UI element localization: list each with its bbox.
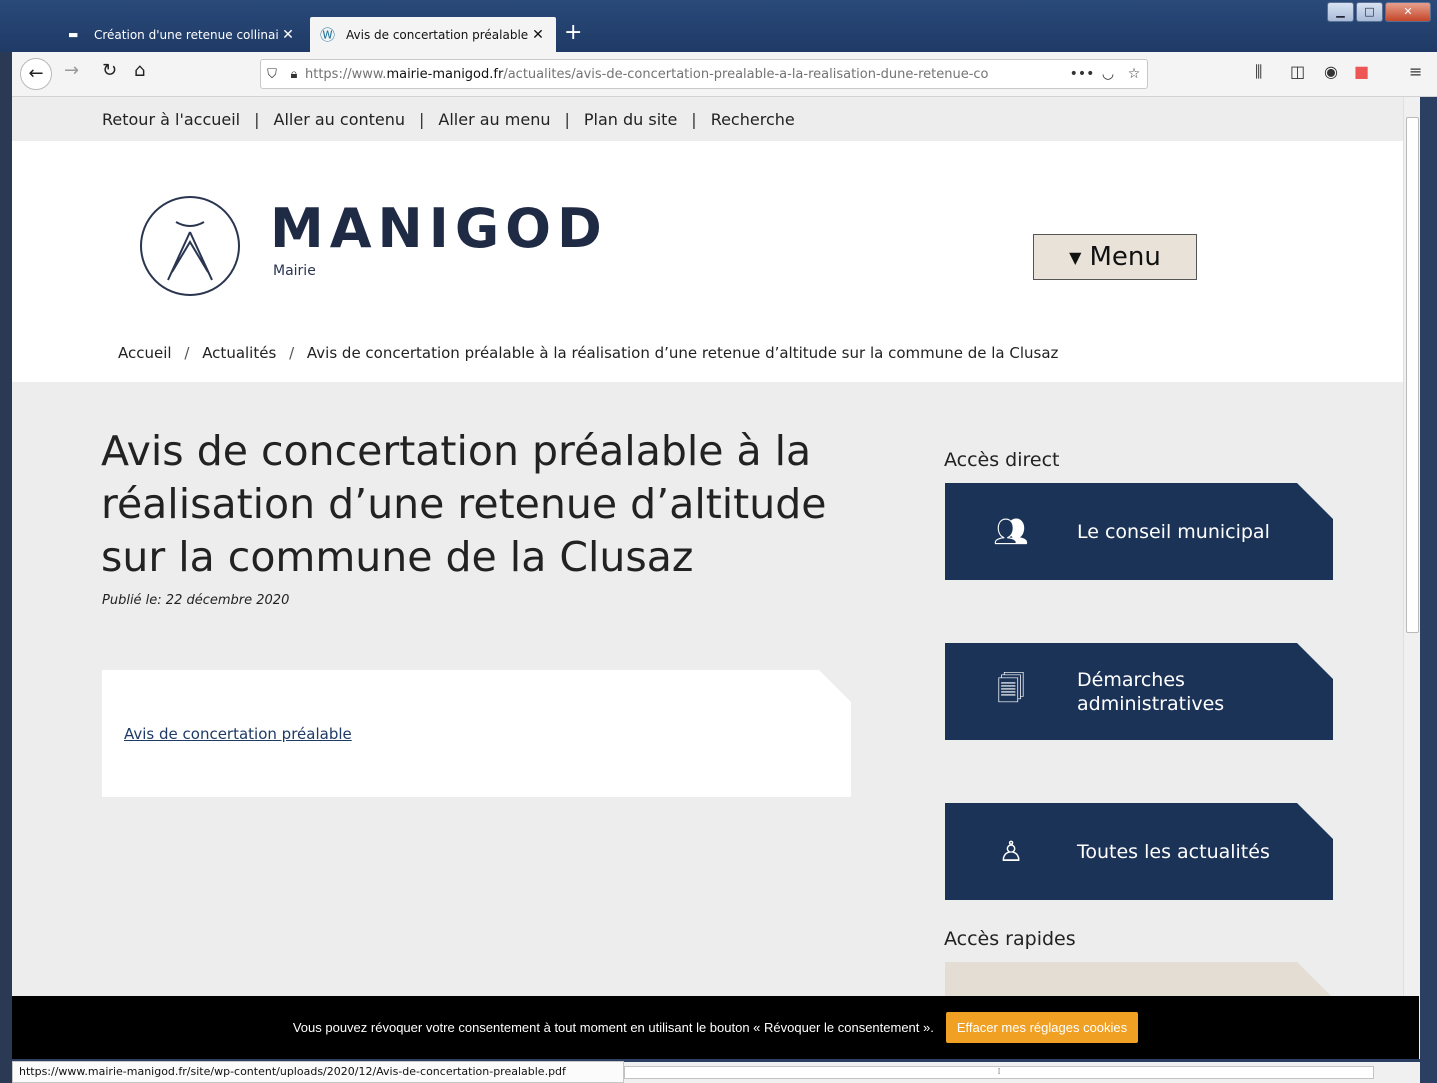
tab-label: Création d'une retenue collinai — [94, 27, 279, 42]
shield-icon[interactable]: ⛉ — [261, 67, 283, 82]
reload-icon[interactable]: ↻ — [102, 60, 117, 81]
page-title: Avis de concertation préalable à la réal… — [101, 427, 827, 581]
tile-label: Toutes les actualités — [1077, 840, 1270, 863]
extension-icon[interactable]: ■ — [1354, 62, 1369, 81]
url-domain: mairie-manigod.fr — [386, 66, 504, 82]
skip-links-bar: Retour à l'accueil | Aller au contenu | … — [12, 97, 1420, 141]
flag-favicon-icon: ▬ — [68, 28, 79, 41]
menu-label: Menu — [1089, 242, 1161, 272]
tab-avis-concertation[interactable]: Ⓦ Avis de concertation préalable ✕ — [310, 17, 556, 52]
content-card: Avis de concertation préalable — [102, 670, 851, 797]
tile-label: Démarches administratives — [1077, 668, 1225, 715]
chevron-down-icon: ▼ — [1069, 247, 1082, 267]
reader-icon: ♙ — [998, 835, 1024, 868]
close-window-icon[interactable]: ✕ — [1385, 2, 1431, 22]
window-controls: ▁ □ ✕ — [1327, 2, 1431, 22]
skiplink-content[interactable]: Aller au contenu — [274, 110, 406, 129]
lock-icon[interactable]: 🔒︎ — [283, 67, 305, 82]
hamburger-menu-icon[interactable]: ≡ — [1409, 62, 1422, 81]
skiplink-search[interactable]: Recherche — [711, 110, 795, 129]
tile-actualites[interactable]: ♙ Toutes les actualités — [945, 803, 1333, 900]
logo-emblem-icon[interactable] — [140, 196, 240, 296]
maximize-icon[interactable]: □ — [1356, 2, 1383, 22]
wordpress-favicon-icon: Ⓦ — [320, 26, 336, 44]
tab-close-icon[interactable]: ✕ — [530, 27, 546, 43]
cookie-banner: Vous pouvez révoquer votre consentement … — [12, 996, 1419, 1059]
address-bar[interactable]: ⛉ 🔒︎ https://www.mairie-manigod.fr/actua… — [260, 59, 1148, 89]
page-actions-icon[interactable]: ••• — [1069, 66, 1095, 82]
page-viewport: Retour à l'accueil | Aller au contenu | … — [12, 97, 1420, 1059]
home-icon[interactable]: ⌂ — [134, 60, 145, 81]
breadcrumb: Accueil / Actualités / Avis de concertat… — [118, 344, 1058, 362]
vertical-scrollbar[interactable] — [1403, 97, 1420, 1059]
minimize-icon[interactable]: ▁ — [1327, 2, 1354, 22]
breadcrumb-section[interactable]: Actualités — [202, 344, 276, 362]
horizontal-scrollbar[interactable]: ⁞ — [624, 1062, 1420, 1083]
documents-icon: 🗐 — [997, 671, 1025, 705]
site-header: MANIGOD Mairie ▼ Menu Accueil / Actualit… — [12, 141, 1420, 382]
tab-close-icon[interactable]: ✕ — [280, 27, 296, 43]
scrollbar-thumb[interactable] — [1406, 117, 1419, 633]
clear-cookies-button[interactable]: Effacer mes réglages cookies — [945, 1012, 1139, 1043]
document-link[interactable]: Avis de concertation préalable — [124, 725, 352, 743]
tile-conseil-municipal[interactable]: 👥︎ Le conseil municipal — [945, 483, 1333, 580]
tab-label: Avis de concertation préalable — [346, 27, 529, 42]
window-edge — [0, 0, 12, 1083]
tile-label: Le conseil municipal — [1077, 520, 1270, 543]
skiplink-home[interactable]: Retour à l'accueil — [102, 110, 240, 129]
separator: | — [564, 109, 570, 129]
breadcrumb-home[interactable]: Accueil — [118, 344, 172, 362]
url-path: /actualites/avis-de-concertation-prealab… — [503, 66, 989, 82]
browser-toolbar: ← → ↻ ⌂ ⛉ 🔒︎ https://www.mairie-manigod.… — [12, 52, 1437, 97]
tab-creation-retenue[interactable]: ▬ Création d'une retenue collinai ✕ — [58, 17, 306, 52]
tile-demarches[interactable]: 🗐 Démarches administratives — [945, 643, 1333, 740]
breadcrumb-separator: / — [289, 344, 295, 362]
breadcrumb-current: Avis de concertation préalable à la réal… — [306, 344, 1059, 362]
back-arrow-icon[interactable]: ← — [20, 58, 52, 90]
logo-subtitle: Mairie — [273, 263, 316, 279]
skiplink-menu[interactable]: Aller au menu — [438, 110, 550, 129]
aside-rapid-title: Accès rapides — [944, 928, 1076, 950]
separator: | — [419, 109, 425, 129]
group-people-icon: 👥︎ — [993, 515, 1029, 548]
logo-title[interactable]: MANIGOD — [270, 197, 608, 260]
horizontal-scrollbar-thumb[interactable]: ⁞ — [624, 1066, 1374, 1079]
logo-emblem-graphic — [167, 221, 213, 281]
cookie-text: Vous pouvez révoquer votre consentement … — [292, 1020, 934, 1035]
forward-arrow-icon[interactable]: → — [64, 60, 79, 81]
bookmark-star-icon[interactable]: ☆ — [1121, 66, 1147, 82]
account-icon[interactable]: ◉ — [1324, 62, 1338, 81]
separator: | — [691, 109, 697, 129]
aside-direct-title: Accès direct — [944, 449, 1060, 471]
url-text[interactable]: https://www.mairie-manigod.fr/actualites… — [305, 67, 1069, 82]
sidebar-icon[interactable]: ◫ — [1290, 62, 1305, 81]
library-icon[interactable]: ⫼ — [1255, 62, 1262, 82]
skiplink-sitemap[interactable]: Plan du site — [584, 110, 677, 129]
status-url: https://www.mairie-manigod.fr/site/wp-co… — [12, 1061, 624, 1083]
url-prefix: https://www. — [305, 66, 387, 82]
menu-button[interactable]: ▼ Menu — [1033, 234, 1197, 280]
publish-date: Publié le: 22 décembre 2020 — [102, 593, 290, 608]
new-tab-plus-icon[interactable]: + — [564, 20, 582, 45]
pocket-icon[interactable]: ◡ — [1095, 66, 1121, 82]
separator: | — [254, 109, 260, 129]
breadcrumb-separator: / — [184, 344, 190, 362]
